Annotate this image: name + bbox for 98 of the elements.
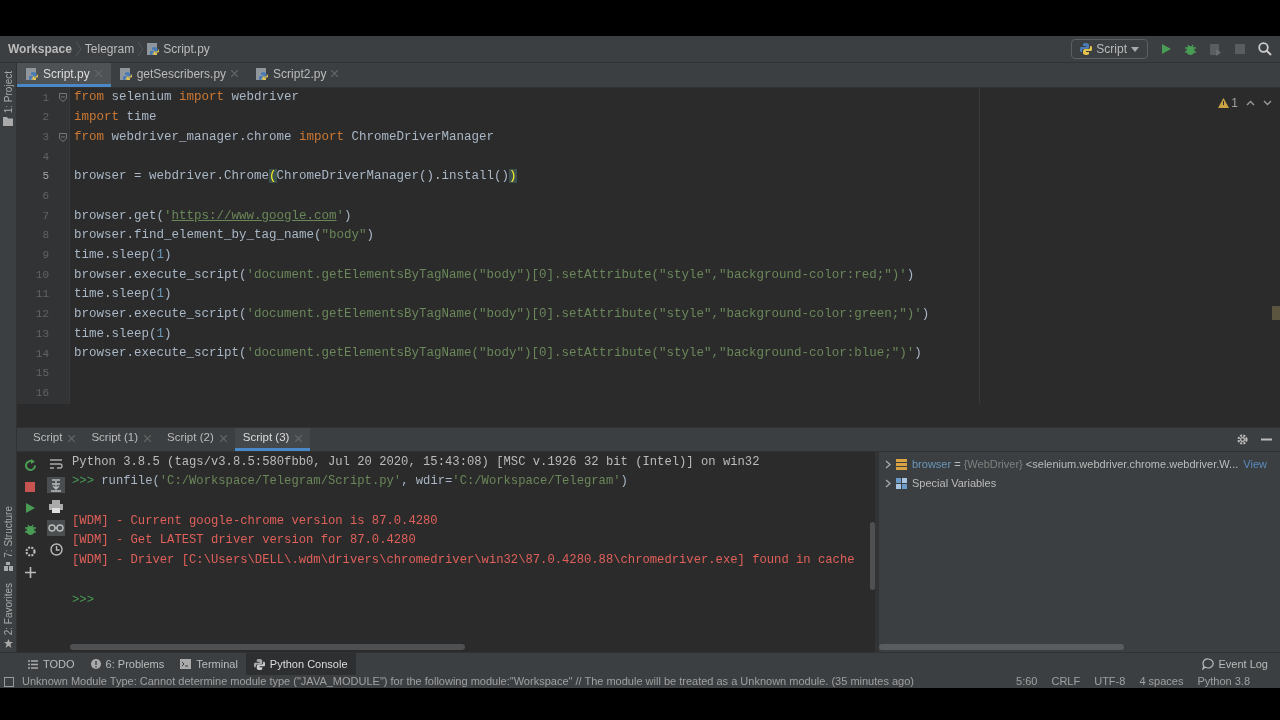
console-tab[interactable]: Script (2) — [159, 428, 235, 451]
coverage-icon[interactable] — [1209, 42, 1222, 56]
close-icon[interactable] — [331, 70, 339, 77]
chevron-down-icon[interactable] — [1263, 100, 1272, 106]
variable-entry: Special Variables — [912, 475, 997, 491]
grid-icon — [896, 477, 907, 489]
search-icon[interactable] — [1258, 42, 1272, 56]
code-line: import time — [74, 109, 157, 127]
console-tab[interactable]: Script (3) — [234, 428, 311, 451]
breadcrumb-file[interactable]: Script.py — [147, 40, 210, 58]
close-icon[interactable] — [231, 70, 239, 77]
tool-window-button[interactable]: 7: Structure — [0, 506, 16, 571]
editor-tab[interactable]: Script.py — [17, 63, 111, 87]
tool-window-button[interactable]: 2: Favorites — [0, 582, 16, 648]
event-log-button[interactable]: Event Log — [1202, 655, 1280, 673]
line-number: 5 — [41, 169, 49, 185]
wrap-icon[interactable] — [49, 458, 63, 470]
star-icon — [3, 639, 13, 648]
bug-icon[interactable] — [1184, 42, 1197, 56]
python-file-icon — [147, 43, 160, 55]
scrollbar-thumb[interactable] — [870, 522, 875, 590]
panel-toggle-icon[interactable] — [4, 676, 14, 687]
run-icon[interactable] — [1160, 43, 1172, 55]
code-line: from webdriver_manager.chrome import ChromeDriverManager — [74, 128, 495, 146]
scroll-to-end-icon[interactable] — [47, 477, 65, 493]
variable-entry: browser = {WebDriver} <selenium.webdriver.chrome.webdriver.W... — [912, 456, 1239, 472]
minimize-icon[interactable] — [1261, 438, 1272, 441]
console-tab[interactable]: Script — [25, 428, 84, 451]
scrollbar-thumb[interactable] — [879, 644, 1124, 650]
console-line: >>> runfile('C:/Workspace/Telegram/Script.py', wdir='C:/Workspace/Telegram') — [72, 473, 628, 491]
speech-bubble-icon — [1202, 658, 1215, 670]
warning-count: 1 — [1231, 95, 1238, 112]
error-line: [WDM] - Current google-chrome version is 87.0.4280 — [72, 512, 438, 530]
error-line: [WDM] - Get LATEST driver version for 87.0.4280 — [72, 532, 416, 550]
tool-window-tab[interactable]: Python Console — [245, 653, 356, 675]
warning-icon — [1218, 98, 1230, 108]
terminal-icon — [180, 659, 192, 669]
chevron-right-icon — [138, 42, 144, 56]
code-line: browser.execute_script('document.getElementsByTagName("body")[0].setAttribute("style","background-color:blue;")') — [74, 345, 922, 363]
editor-tab[interactable]: Script2.py — [247, 63, 348, 87]
stack-icon — [896, 458, 907, 470]
code-line: browser.execute_script('document.getElementsByTagName("body")[0].setAttribute("style","background-color:red;")') — [74, 266, 915, 284]
chevron-up-icon[interactable] — [1246, 100, 1255, 106]
status-message: Unknown Module Type: Cannot determine module type ("JAVA_MODULE") for the following module:"Workspace" // The module will be treated as a Unknown module. (35 minutes ago) — [22, 675, 914, 688]
settings-icon[interactable] — [23, 545, 37, 558]
status-item[interactable]: CRLF — [1051, 675, 1081, 688]
structure-icon — [3, 561, 13, 571]
tool-window-tab[interactable]: Terminal — [172, 653, 246, 675]
close-icon[interactable] — [219, 434, 227, 442]
glasses-icon[interactable] — [47, 520, 65, 536]
code-line: browser.execute_script('document.getElementsByTagName("body")[0].setAttribute("style","background-color:green;")') — [74, 306, 930, 324]
caret-icon — [1131, 46, 1139, 52]
settings-icon[interactable] — [1236, 433, 1249, 446]
console-line: Python 3.8.5 (tags/v3.8.5:580fbb0, Jul 20 2020, 15:43:08) [MSC v.1926 32 bit (Intel)] on win32 — [72, 453, 760, 471]
python-file-icon — [26, 67, 38, 80]
code-line: browser.get('https://www.google.com') — [74, 207, 352, 225]
run-icon[interactable] — [24, 502, 36, 514]
scrollbar-thumb[interactable] — [1272, 306, 1280, 320]
status-item[interactable]: Python 3.8 — [1197, 675, 1250, 688]
console-tab[interactable]: Script (1) — [83, 428, 160, 451]
status-item[interactable]: 5:60 — [1016, 675, 1038, 688]
python-file-icon — [256, 67, 269, 80]
code-line: time.sleep(1) — [74, 325, 172, 343]
folder-icon — [3, 117, 13, 127]
code-line: browser.find_element_by_tag_name("body") — [74, 227, 375, 245]
print-icon[interactable] — [49, 500, 63, 513]
list-icon — [28, 659, 38, 669]
close-icon[interactable] — [68, 434, 76, 442]
error-line: [WDM] - Driver [C:\Users\DELL\.wdm\drivers\chromedriver\win32\87.0.4280.88\chromedriver.exe] found in cache — [72, 552, 855, 570]
tool-window-tab[interactable]: 6: Problems — [82, 653, 173, 675]
close-icon[interactable] — [144, 434, 152, 442]
rerun-icon[interactable] — [23, 459, 37, 472]
bug-icon[interactable] — [23, 523, 37, 536]
add-icon[interactable] — [24, 567, 36, 578]
stop-icon[interactable] — [24, 481, 36, 493]
status-item[interactable]: UTF-8 — [1094, 675, 1126, 688]
view-link[interactable]: View — [1243, 455, 1267, 473]
python-icon — [1080, 43, 1093, 55]
clock-icon[interactable] — [49, 543, 63, 556]
code-line: from selenium import webdriver — [74, 89, 300, 107]
python-file-icon — [119, 67, 132, 80]
status-item[interactable]: 4 spaces — [1139, 675, 1184, 688]
scrollbar-thumb[interactable] — [70, 644, 465, 650]
alert-icon — [90, 659, 101, 669]
code-line: browser = webdriver.Chrome(ChromeDriverManager().install()) — [74, 168, 517, 186]
tool-window-tab[interactable]: TODO — [20, 653, 83, 675]
console-line: >>> — [72, 591, 94, 609]
breadcrumb[interactable]: Workspace — [8, 40, 72, 58]
fold-icon[interactable] — [59, 132, 67, 142]
chevron-right-icon — [75, 42, 81, 56]
tool-window-button[interactable]: 1: Project — [0, 71, 16, 127]
run-config-dropdown[interactable]: Script — [1071, 39, 1148, 59]
code-line: time.sleep(1) — [74, 246, 172, 264]
code-line: time.sleep(1) — [74, 286, 172, 304]
breadcrumb[interactable]: Telegram — [84, 40, 135, 58]
python-icon — [253, 658, 265, 670]
fold-icon[interactable] — [59, 93, 67, 103]
editor-tab[interactable]: getSescribers.py — [110, 63, 248, 87]
